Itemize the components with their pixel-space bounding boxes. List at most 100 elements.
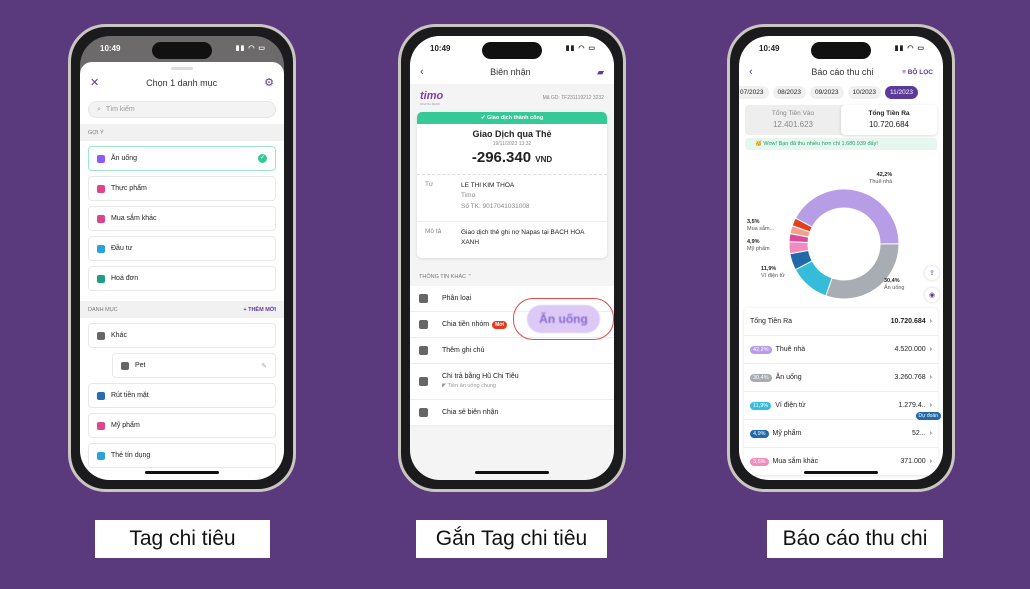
page-title: Báo cáo thu chi [811, 67, 874, 77]
add-category-button[interactable]: + THÊM MỚI [243, 307, 276, 313]
suggest-item[interactable]: Ăn uống ✓ [88, 146, 276, 171]
section-categories: DANH MỤC [88, 306, 118, 313]
month-chip[interactable]: 08/2023 [772, 86, 806, 99]
back-icon[interactable]: ‹ [749, 66, 753, 78]
receipt-option[interactable]: Chi trả bằng Hũ Chi Tiêu ◤ Tiền ăn uống c… [410, 364, 614, 400]
category-item[interactable]: Mỹ phẩm [88, 413, 276, 438]
signal-icons: ▮▮ ◠ ▭ [235, 45, 266, 52]
tab-income[interactable]: Tổng Tiền Vào 12.401.623 [745, 105, 841, 135]
item-label: Ăn uống [111, 155, 138, 162]
category-item[interactable]: Thẻ tín dụng [88, 443, 276, 468]
dynamic-island [152, 42, 212, 59]
label-vi-dien-tu: 11,9% Ví điện tử [761, 266, 785, 279]
percent-badge: 4,9% [750, 429, 769, 438]
status-time: 10:49 [759, 43, 780, 53]
label-thue-nha: 42,2% Thuê nhà [869, 172, 893, 185]
month-chip[interactable]: 09/2023 [810, 86, 844, 99]
suggest-item[interactable]: Đầu tư [88, 236, 276, 261]
category-row[interactable]: 4,9% Mỹ phẩm 52... › [744, 420, 938, 448]
row-amount: 1.279.4.. [898, 402, 926, 409]
dynamic-island [811, 42, 871, 59]
signal-icons: ▮▮ ◠ ▭ [565, 45, 596, 52]
status-time: 10:49 [100, 43, 121, 53]
page-title: Biên nhận [490, 67, 531, 77]
total-row[interactable]: Tổng Tiền Ra 10.720.684 › [744, 308, 938, 336]
item-label: Khác [111, 332, 127, 339]
row-label: Ăn uống [775, 374, 802, 381]
label-an-uong: 30,4% Ăn uống [884, 278, 905, 291]
sheet-title: Chọn 1 danh mục [146, 77, 218, 88]
item-label: Thực phẩm [111, 185, 147, 192]
suggest-item[interactable]: Mua sắm khác [88, 206, 276, 231]
from-label: Từ [425, 181, 434, 188]
category-icon [97, 274, 105, 283]
edit-icon[interactable]: ✎ [261, 362, 267, 370]
month-chip[interactable]: 10/2023 [847, 86, 881, 99]
suggest-item[interactable]: Thực phẩm [88, 176, 276, 201]
row-label: Mỹ phẩm [772, 430, 802, 437]
option-icon [419, 293, 428, 303]
close-icon[interactable]: ✕ [90, 76, 99, 89]
phone-category-picker: 10:49 ▮▮ ◠ ▭ ✕ Chọn 1 danh mục ⚙ ⌕ Tìm kiếm … [68, 24, 296, 492]
category-icon [97, 154, 105, 163]
item-label: Đầu tư [111, 245, 133, 252]
category-row[interactable]: 11,9% Ví điện tử 1.279.4.. › [744, 392, 938, 420]
caption-2: Gắn Tag chi tiêu [416, 520, 607, 558]
transaction-id: Mã GD: TF231119212 3232 [542, 95, 604, 101]
from-name: LE THI KIM THOA [461, 182, 515, 189]
gear-icon[interactable]: ⚙ [264, 76, 274, 89]
forecast-button[interactable]: Dự đoán [915, 412, 941, 420]
suggest-item[interactable]: Hoá đơn [88, 266, 276, 291]
new-badge: Mới [492, 320, 508, 329]
category-item[interactable]: Pet ✎ [112, 353, 276, 378]
other-info-toggle[interactable]: THÔNG TIN KHÁC ⌃ [410, 258, 614, 284]
item-label: Hoá đơn [111, 275, 139, 282]
category-tag-highlight[interactable]: Ăn uống [513, 298, 614, 340]
row-label: Mua sắm khác [772, 458, 819, 465]
category-icon [97, 184, 105, 193]
option-icon [419, 376, 428, 386]
option-icon [419, 407, 428, 417]
transaction-amount: -296.340 VND [471, 149, 553, 166]
transaction-title: Giao Dịch qua Thẻ [472, 129, 552, 139]
home-indicator [804, 471, 878, 474]
receipt-option[interactable]: Chia sẻ biên nhận [410, 400, 614, 426]
category-icon [97, 421, 105, 430]
category-item[interactable]: Rút tiền mặt [88, 383, 276, 408]
chat-icon[interactable]: ▰ [597, 67, 604, 78]
category-icon [97, 214, 105, 223]
transaction-datetime: 19/11/2023 13:32 [492, 141, 532, 147]
month-chip[interactable]: 07/2023 [739, 86, 769, 99]
section-suggest: GỢI Ý [88, 129, 104, 136]
share-icon[interactable]: ⇪ [925, 266, 939, 280]
percent-badge: 11,9% [750, 401, 772, 410]
item-label: Rút tiền mặt [111, 392, 149, 399]
chevron-right-icon: › [929, 458, 932, 465]
category-item[interactable]: Khác [88, 323, 276, 348]
category-icon [97, 451, 105, 460]
category-row[interactable]: 30,4% Ăn uống 3.260.768 › [744, 364, 938, 392]
category-sheet: ✕ Chọn 1 danh mục ⚙ ⌕ Tìm kiếm GỢI Ý Ăn uốn… [80, 62, 284, 480]
option-label: Chi trả bằng Hũ Chi Tiêu [442, 373, 519, 381]
item-label: Mua sắm khác [111, 215, 157, 222]
search-placeholder: Tìm kiếm [105, 106, 135, 113]
chevron-right-icon: › [929, 430, 932, 437]
savings-banner: 🥳 Wow! Bạn đã thu nhiều hơn chi 1.680.93… [745, 137, 937, 150]
receipt-option[interactable]: Thêm ghi chú [410, 338, 614, 364]
category-icon [121, 361, 129, 370]
option-icon [419, 319, 428, 329]
phone-receipt: 10:49 ▮▮ ◠ ▭ ‹ Biên nhận ▰ timo DIGITAL BANK… [398, 24, 626, 492]
category-row[interactable]: 42,2% Thuê nhà 4.520.000 › [744, 336, 938, 364]
back-icon[interactable]: ‹ [420, 66, 424, 78]
filter-button[interactable]: ≡ BỘ LỌC [902, 69, 933, 76]
tab-expense[interactable]: Tổng Tiền Ra 10.720.684 [841, 105, 937, 135]
donut-slice [794, 188, 900, 245]
option-sub: ◤ Tiền ăn uống chung [442, 383, 497, 390]
label-mua-sam: 3,5% Mua sắm... [747, 219, 775, 232]
item-label: Mỹ phẩm [111, 422, 140, 429]
search-input[interactable]: ⌕ Tìm kiếm [88, 101, 276, 118]
from-bank: Timo [461, 192, 476, 200]
month-chip[interactable]: 11/2023 [885, 86, 919, 99]
eye-icon[interactable]: ◉ [925, 288, 939, 302]
category-icon [97, 331, 105, 340]
